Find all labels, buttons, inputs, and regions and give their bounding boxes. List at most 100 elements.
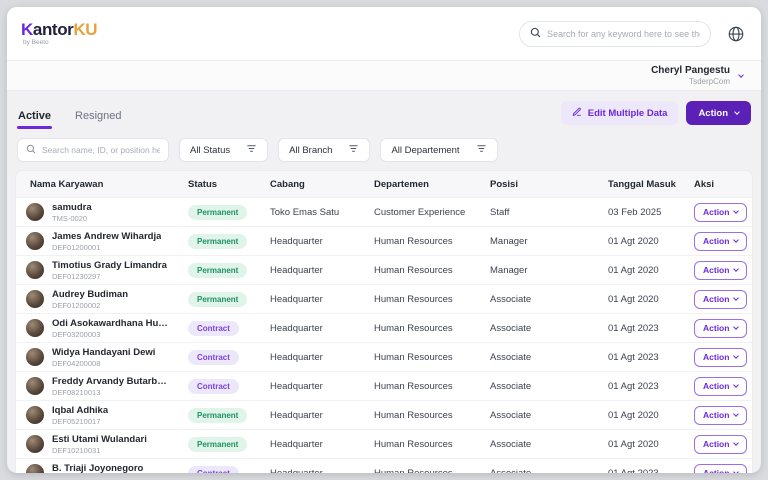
- row-action-button[interactable]: Action: [694, 377, 747, 396]
- employee-name: Timotius Grady Limandra: [52, 260, 167, 271]
- join-date-cell: 01 Agt 2020: [594, 265, 680, 276]
- filter-all-department[interactable]: All Departement: [380, 138, 497, 162]
- row-action-button[interactable]: Action: [694, 203, 747, 222]
- global-search-input[interactable]: [547, 29, 700, 39]
- row-action-cell: Action: [680, 464, 752, 474]
- employee-name: Audrey Budiman: [52, 289, 128, 300]
- employee-name-wrap: Widya Handayani Dewi DEF04200008: [52, 347, 155, 368]
- col-header-nama-karyawan: Nama Karyawan: [16, 179, 174, 190]
- filter-all-branch[interactable]: All Branch: [278, 138, 370, 162]
- employee-cell: B. Triaji Joyonegoro DEF08210035: [16, 463, 174, 474]
- row-action-cell: Action: [680, 261, 752, 280]
- globe-icon[interactable]: [725, 23, 747, 45]
- row-action-label: Action: [703, 352, 729, 362]
- position-cell: Associate: [476, 410, 594, 421]
- row-action-label: Action: [703, 265, 729, 275]
- table-search[interactable]: [17, 138, 169, 162]
- row-action-button[interactable]: Action: [694, 319, 747, 338]
- status-badge: Contract: [188, 321, 239, 336]
- row-action-cell: Action: [680, 377, 752, 396]
- table-row: Iqbal Adhika DEF05210017 Permanent Headq…: [16, 400, 752, 429]
- table-search-input[interactable]: [42, 145, 160, 155]
- row-action-label: Action: [703, 294, 729, 304]
- avatar: [26, 290, 44, 308]
- logo-antor: antor: [33, 20, 74, 39]
- branch-cell: Headquarter: [256, 352, 360, 363]
- search-icon: [530, 25, 541, 43]
- employee-id: DEF05210017: [52, 417, 108, 426]
- table-row: Freddy Arvandy Butarbutar DEF08210013 Co…: [16, 371, 752, 400]
- row-action-cell: Action: [680, 348, 752, 367]
- employee-name-wrap: Esti Utami Wulandari DEF10210031: [52, 434, 147, 455]
- tab-resigned[interactable]: Resigned: [74, 108, 122, 129]
- table-body: samudra TMS-0020 Permanent Toko Emas Sat…: [16, 197, 752, 473]
- chevron-down-icon: [734, 324, 740, 330]
- logo[interactable]: KantorKU by Beeto: [21, 21, 97, 47]
- topbar-right: [519, 21, 747, 47]
- join-date-cell: 03 Feb 2025: [594, 207, 680, 218]
- filter-lines-icon: [476, 143, 487, 157]
- chevron-down-icon: [734, 295, 740, 301]
- chevron-down-icon: [734, 237, 740, 243]
- row-action-button[interactable]: Action: [694, 435, 747, 454]
- row-action-button[interactable]: Action: [694, 232, 747, 251]
- employee-cell: James Andrew Wihardja DEF01200001: [16, 231, 174, 252]
- employee-id: DEF04200008: [52, 359, 155, 368]
- avatar: [26, 348, 44, 366]
- user-menu[interactable]: Cheryl Pangestu TsderpCom: [7, 61, 761, 91]
- logo-wordmark: KantorKU: [21, 21, 97, 38]
- status-badge: Permanent: [188, 437, 247, 452]
- edit-multiple-data-button[interactable]: Edit Multiple Data: [561, 101, 679, 125]
- branch-cell: Headquarter: [256, 265, 360, 276]
- row-action-button[interactable]: Action: [694, 261, 747, 280]
- employee-name: James Andrew Wihardja: [52, 231, 161, 242]
- employee-name: Widya Handayani Dewi: [52, 347, 155, 358]
- table-header-row: Nama Karyawan Status Cabang Departemen P…: [16, 171, 752, 197]
- row-action-button[interactable]: Action: [694, 348, 747, 367]
- col-header-posisi: Posisi: [476, 179, 594, 190]
- employee-cell: samudra TMS-0020: [16, 202, 174, 223]
- tabs-row: Active Resigned Edit Multiple Data Actio…: [7, 91, 761, 129]
- status-badge: Permanent: [188, 205, 247, 220]
- chevron-down-icon: [734, 382, 740, 388]
- chevron-down-icon: [734, 411, 740, 417]
- row-action-label: Action: [703, 207, 729, 217]
- employee-cell: Audrey Budiman DEF01200002: [16, 289, 174, 310]
- department-cell: Human Resources: [360, 439, 476, 450]
- bulk-action-button[interactable]: Action: [686, 101, 751, 125]
- branch-cell: Toko Emas Satu: [256, 207, 360, 218]
- employee-name-wrap: Odi Asokawardhana Hutama DEF03200003: [52, 318, 170, 339]
- employee-name: Esti Utami Wulandari: [52, 434, 147, 445]
- logo-k: K: [21, 20, 33, 39]
- global-search[interactable]: [519, 21, 711, 47]
- col-header-status: Status: [174, 179, 256, 190]
- edit-icon: [572, 107, 582, 120]
- chevron-down-icon: [734, 353, 740, 359]
- tab-active[interactable]: Active: [17, 108, 52, 129]
- department-cell: Human Resources: [360, 381, 476, 392]
- col-header-aksi: Aksi: [680, 179, 752, 190]
- search-icon: [26, 141, 36, 159]
- join-date-cell: 01 Agt 2020: [594, 410, 680, 421]
- avatar: [26, 319, 44, 337]
- row-action-button[interactable]: Action: [694, 464, 747, 474]
- department-cell: Human Resources: [360, 410, 476, 421]
- status-badge: Contract: [188, 379, 239, 394]
- app-window: KantorKU by Beeto Cheryl Pangestu Tsderp…: [7, 7, 761, 473]
- logo-ku: KU: [73, 20, 97, 39]
- table-row: Odi Asokawardhana Hutama DEF03200003 Con…: [16, 313, 752, 342]
- table-row: samudra TMS-0020 Permanent Toko Emas Sat…: [16, 197, 752, 226]
- filter-lines-icon: [246, 143, 257, 157]
- employee-cell: Timotius Grady Limandra DEF01230297: [16, 260, 174, 281]
- filter-all-status[interactable]: All Status: [179, 138, 268, 162]
- chevron-down-icon: [734, 208, 740, 214]
- row-action-button[interactable]: Action: [694, 406, 747, 425]
- position-cell: Associate: [476, 323, 594, 334]
- employee-name: Odi Asokawardhana Hutama: [52, 318, 170, 329]
- department-cell: Human Resources: [360, 352, 476, 363]
- employee-cell: Iqbal Adhika DEF05210017: [16, 405, 174, 426]
- chevron-down-icon: [734, 266, 740, 272]
- employee-id: DEF03200003: [52, 330, 170, 339]
- row-action-button[interactable]: Action: [694, 290, 747, 309]
- avatar: [26, 435, 44, 453]
